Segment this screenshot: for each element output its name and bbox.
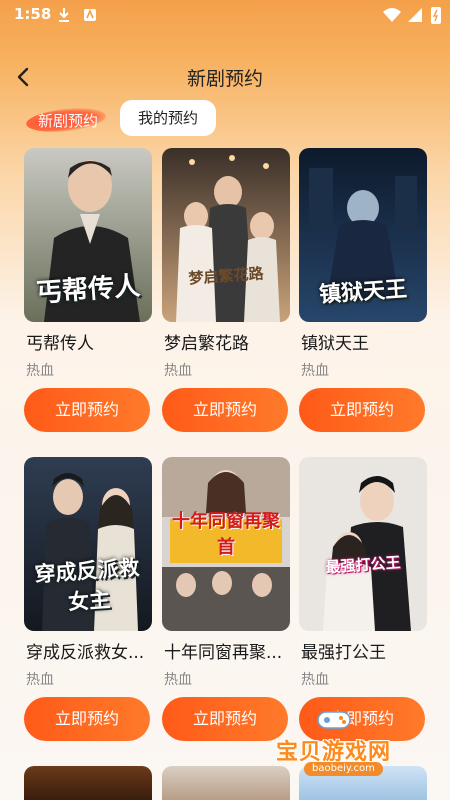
reserve-button[interactable]: 立即预约 xyxy=(299,388,425,432)
reserve-button[interactable]: 立即预约 xyxy=(162,388,288,432)
download-icon xyxy=(59,8,69,22)
watermark-url: baobeiy.com xyxy=(304,762,383,776)
drama-title: 丐帮传人 xyxy=(26,334,94,354)
tab-my-reservations[interactable]: 我的预约 xyxy=(120,100,216,136)
drama-title: 梦启繁花路 xyxy=(164,334,249,354)
drama-title: 镇狱天王 xyxy=(301,334,369,354)
drama-title: 十年同窗再聚... xyxy=(164,643,283,663)
tab-bar: 新剧预约 我的预约 xyxy=(0,100,450,140)
poster-image[interactable]: 镇狱天王 xyxy=(299,148,427,322)
signal-icon xyxy=(408,8,422,22)
store-icon xyxy=(84,8,96,21)
poster-caption: 十年同窗再聚首 xyxy=(172,511,280,558)
genre-tag: 热血 xyxy=(301,363,329,379)
genre-tag: 热血 xyxy=(301,672,329,688)
header: 新剧预约 xyxy=(0,55,450,99)
status-bar: 1:58 xyxy=(0,0,450,32)
wifi-icon xyxy=(383,8,401,22)
drama-title: 穿成反派救女... xyxy=(26,643,145,663)
poster-image-partial[interactable] xyxy=(24,766,152,800)
poster-image[interactable]: 十年同窗再聚首 xyxy=(162,457,290,631)
gamepad-icon xyxy=(317,711,351,729)
poster-image[interactable]: 梦启繁花路 xyxy=(162,148,290,322)
poster-image-partial[interactable] xyxy=(162,766,290,800)
reserve-button[interactable]: 立即预约 xyxy=(162,697,288,741)
genre-tag: 热血 xyxy=(164,672,192,688)
tab-new-dramas[interactable]: 新剧预约 xyxy=(22,102,122,136)
poster-caption: 穿成反派救女主 xyxy=(33,554,141,615)
status-time: 1:58 xyxy=(14,5,52,23)
poster-image[interactable]: 最强打公王 xyxy=(299,457,427,631)
genre-tag: 热血 xyxy=(26,363,54,379)
poster-image[interactable]: 穿成反派救女主 xyxy=(24,457,152,631)
reserve-button[interactable]: 立即预约 xyxy=(24,697,150,741)
page-title: 新剧预约 xyxy=(186,68,263,90)
genre-tag: 热血 xyxy=(164,363,192,379)
genre-tag: 热血 xyxy=(26,672,54,688)
reserve-button[interactable]: 立即预约 xyxy=(24,388,150,432)
battery-icon xyxy=(431,7,441,24)
watermark: 宝贝游戏网 baobeiy.com xyxy=(276,711,444,782)
poster-image[interactable]: 丐帮传人 xyxy=(24,148,152,322)
tab-new-dramas-label: 新剧预约 xyxy=(38,112,99,130)
drama-title: 最强打公王 xyxy=(301,643,386,663)
